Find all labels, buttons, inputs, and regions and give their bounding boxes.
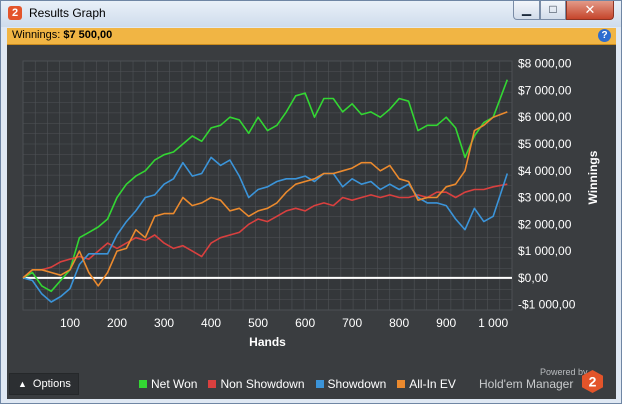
minimize-icon: ▁ bbox=[521, 2, 532, 16]
x-tick-label: 400 bbox=[201, 316, 221, 330]
close-button[interactable]: ✕ bbox=[566, 1, 614, 20]
winnings-value: $7 500,00 bbox=[63, 29, 113, 41]
x-tick-label: 500 bbox=[248, 316, 268, 330]
y-tick-label: $7 000,00 bbox=[518, 83, 572, 97]
x-tick-label: 600 bbox=[295, 316, 315, 330]
legend-item[interactable]: Non Showdown bbox=[208, 377, 305, 391]
y-tick-label: $4 000,00 bbox=[518, 164, 572, 178]
legend-swatch bbox=[315, 380, 324, 388]
x-tick-label: 300 bbox=[154, 316, 174, 330]
powered-by-label: Powered by bbox=[540, 367, 588, 377]
legend-label: Net Won bbox=[151, 377, 198, 391]
legend-swatch bbox=[397, 380, 406, 388]
legend-item[interactable]: All-In EV bbox=[397, 377, 456, 391]
options-button[interactable]: ▲ Options bbox=[9, 373, 79, 395]
x-tick-label: 100 bbox=[60, 316, 80, 330]
x-tick-label: 900 bbox=[436, 316, 456, 330]
y-tick-label: $1 000,00 bbox=[518, 244, 572, 258]
graph-panel: -$1 000,00 $0,00 $1 000,00 $2 000,00 $3 000,… bbox=[7, 45, 616, 399]
brand-name: Hold'em Manager bbox=[479, 377, 574, 391]
options-label: Options bbox=[32, 378, 71, 390]
x-axis-title: Hands bbox=[249, 335, 286, 349]
results-graph-window: 2 Results Graph ▁ □ ✕ Winnings: $7 500,0… bbox=[0, 0, 622, 404]
legend-item[interactable]: Net Won bbox=[139, 377, 197, 391]
chart-legend: Net Won Non Showdown Showdown All-In EV bbox=[139, 376, 467, 392]
window-title: Results Graph bbox=[29, 6, 106, 20]
winnings-label: Winnings: bbox=[12, 29, 64, 41]
results-chart: -$1 000,00 $0,00 $1 000,00 $2 000,00 $3 000,… bbox=[22, 57, 600, 349]
x-tick-label: 1 000 bbox=[478, 316, 508, 330]
y-tick-label: $8 000,00 bbox=[518, 57, 572, 71]
help-icon[interactable]: ? bbox=[598, 29, 611, 42]
x-tick-label: 700 bbox=[342, 316, 362, 330]
y-tick-label: $5 000,00 bbox=[518, 137, 572, 151]
y-tick-label: $0,00 bbox=[518, 271, 548, 285]
hm2-logo-icon: 2 bbox=[8, 6, 22, 20]
y-tick-label: $3 000,00 bbox=[518, 191, 572, 205]
maximize-icon: □ bbox=[549, 2, 557, 16]
x-tick-label: 800 bbox=[389, 316, 409, 330]
y-tick-label: $2 000,00 bbox=[518, 217, 572, 231]
x-tick-label: 200 bbox=[107, 316, 127, 330]
legend-item[interactable]: Showdown bbox=[315, 377, 387, 391]
legend-label: Showdown bbox=[327, 377, 387, 391]
close-icon: ✕ bbox=[584, 2, 596, 17]
legend-swatch bbox=[139, 380, 147, 388]
legend-label: All-In EV bbox=[409, 377, 456, 391]
y-tick-label: -$1 000,00 bbox=[518, 298, 576, 312]
winnings-summary: Winnings: $7 500,00 bbox=[12, 29, 112, 41]
brand-logo-glyph: 2 bbox=[589, 374, 597, 390]
y-axis-title: Winnings bbox=[586, 150, 600, 204]
hm2-logo-icon: 2 bbox=[582, 370, 603, 393]
title-bar[interactable]: 2 Results Graph ▁ □ ✕ bbox=[1, 1, 621, 27]
legend-swatch bbox=[208, 380, 217, 388]
chevron-up-icon: ▲ bbox=[18, 379, 27, 389]
winnings-bar: Winnings: $7 500,00 ? bbox=[7, 28, 616, 45]
minimize-button[interactable]: ▁ bbox=[513, 1, 540, 20]
maximize-button[interactable]: □ bbox=[540, 1, 566, 20]
y-tick-label: $6 000,00 bbox=[518, 110, 572, 124]
legend-label: Non Showdown bbox=[220, 377, 305, 391]
